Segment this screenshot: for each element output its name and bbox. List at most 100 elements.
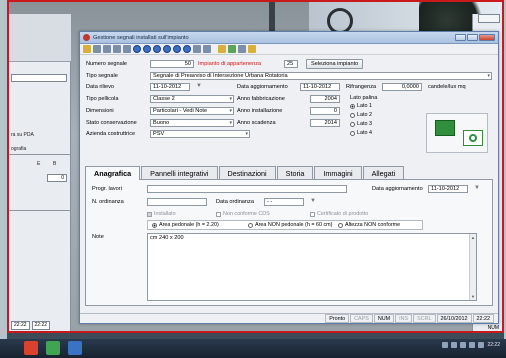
azienda-label: Azienda costruttrice (86, 131, 136, 137)
prog-lavori-label: Progr. lavori (92, 186, 122, 192)
status-ins: INS (395, 314, 413, 323)
seleziona-impianto-button[interactable]: Seleziona impianto (306, 59, 364, 69)
rifrangenza-field[interactable]: 0,0000 (382, 83, 422, 91)
calendar-dropdown-icon-3[interactable]: ▼ (310, 198, 316, 204)
filter-icon[interactable] (203, 45, 211, 53)
note-text: cm 240 x 200 (150, 235, 184, 241)
tab-anagrafica[interactable]: Anagrafica (85, 166, 141, 181)
background-time-2[interactable]: 22:22 (31, 321, 51, 330)
tab-storia[interactable]: Storia (276, 166, 314, 179)
lato-palina-label: Lato palina (350, 95, 378, 101)
anno-installazione-label: Anno installazione (237, 108, 283, 114)
edit-icon[interactable] (93, 45, 101, 53)
background-label-ografia: ografia (11, 146, 27, 152)
data-rilievo-label: Data rilievo (86, 84, 114, 90)
tipo-segnale-dropdown[interactable]: Segnale di Preavviso di Intersezione Urb… (150, 72, 492, 80)
column-e: E (37, 161, 41, 167)
nav-search-icon[interactable] (183, 45, 191, 53)
tab-destinazioni[interactable]: Destinazioni (218, 166, 276, 179)
roundabout-icon (469, 134, 477, 142)
data-rilievo-field[interactable]: 11-10-2012 (150, 83, 190, 91)
taskbar-app-icon-2[interactable] (46, 341, 60, 355)
data-ordinanza-field[interactable]: - - (264, 198, 304, 206)
taskbar-app-icon-1[interactable] (24, 341, 38, 355)
lato-1-radio[interactable]: Lato 1 (350, 103, 372, 109)
tab-pannelli-integrativi[interactable]: Pannelli integrativi (141, 166, 218, 179)
note-scrollbar[interactable]: ▲ ▼ (469, 234, 476, 300)
note-textarea[interactable]: cm 240 x 200 ▲ ▼ (147, 233, 477, 301)
window-titlebar[interactable]: Gestione segnali installati sull'impiant… (80, 32, 498, 44)
stato-conservazione-dropdown[interactable]: Buono (150, 119, 234, 127)
save-icon[interactable] (103, 45, 111, 53)
background-time-fields: 22:22 22:22 (11, 321, 51, 330)
lato-4-radio[interactable]: Lato 4 (350, 130, 372, 136)
anno-fabbricazione-field[interactable]: 2004 (310, 95, 340, 103)
azienda-dropdown[interactable]: PSV (150, 130, 250, 138)
nav-last-icon[interactable] (163, 45, 171, 53)
installato-checkbox[interactable]: Installato (147, 211, 176, 217)
lato-3-radio[interactable]: Lato 3 (350, 121, 372, 127)
print-icon[interactable] (123, 45, 131, 53)
scroll-down-icon[interactable]: ▼ (471, 294, 475, 299)
lato-2-radio[interactable]: Lato 2 (350, 112, 372, 118)
nav-refresh-icon[interactable] (173, 45, 181, 53)
nav-prev-icon[interactable] (143, 45, 151, 53)
close-button[interactable] (479, 34, 495, 41)
calendar-dropdown-icon-2[interactable]: ▼ (474, 185, 480, 191)
anno-scadenza-field[interactable]: 2014 (310, 119, 340, 127)
tipo-pellicola-label: Tipo pellicola (86, 96, 119, 102)
prog-lavori-field[interactable] (147, 185, 347, 193)
calendar-dropdown-icon[interactable]: ▼ (196, 83, 202, 89)
grid-icon[interactable] (193, 45, 201, 53)
tipo-pellicola-dropdown[interactable]: Classe 2 (150, 95, 234, 103)
area-pedonale-radio[interactable]: Area pedonale (h = 2.20) (152, 222, 219, 228)
nav-first-icon[interactable] (133, 45, 141, 53)
street-lamp (269, 2, 275, 32)
background-time-1[interactable]: 22:22 (11, 321, 30, 330)
taskbar-clock[interactable]: 22:22 (487, 342, 500, 348)
background-value-field[interactable]: 0 (47, 174, 67, 182)
maximize-button[interactable] (467, 34, 478, 41)
n-ordinanza-label: N. ordinanza (92, 199, 124, 205)
anagrafica-data-aggiornamento-label: Data aggiornamento (372, 186, 423, 192)
scroll-up-icon[interactable]: ▲ (471, 235, 475, 240)
numero-segnale-field[interactable]: 50 (150, 60, 194, 68)
data-aggiornamento-field[interactable]: 11-10-2012 (300, 83, 340, 91)
impianto-field[interactable]: 25 (284, 60, 298, 68)
new-icon[interactable] (83, 45, 91, 53)
green-sign-icon (435, 120, 455, 136)
tray-icon-4[interactable] (469, 342, 476, 348)
background-button-right[interactable] (478, 14, 500, 23)
delete-icon[interactable] (113, 45, 121, 53)
non-conforme-checkbox[interactable]: Non conforme CDS (216, 211, 270, 217)
key-icon[interactable] (218, 45, 226, 53)
altezza-non-conforme-radio[interactable]: Altezza NON conforme (338, 222, 400, 228)
taskbar-app-icon-3[interactable] (68, 341, 82, 355)
tray-icon-2[interactable] (451, 342, 458, 348)
anno-installazione-field[interactable]: 0 (310, 107, 340, 115)
dimensioni-dropdown[interactable]: Particolari - Vedi Note (150, 107, 234, 115)
status-scrl: SCRL (413, 314, 436, 323)
status-ready: Pronto (325, 314, 350, 323)
status-time: 22:22 (472, 314, 494, 323)
anagrafica-data-aggiornamento-field[interactable]: 11-10-2012 (428, 185, 468, 193)
impianto-label: Impianto di appartenenza (198, 61, 262, 67)
tab-immagini[interactable]: Immagini (314, 166, 362, 179)
volume-icon[interactable] (478, 342, 485, 348)
nav-next-icon[interactable] (153, 45, 161, 53)
tray-icon-1[interactable] (442, 342, 449, 348)
area-non-pedonale-radio[interactable]: Area NON pedonale (h = 60 cm) (248, 222, 332, 228)
tray-icon-3[interactable] (460, 342, 467, 348)
export-icon[interactable] (238, 45, 246, 53)
map-icon[interactable] (228, 45, 236, 53)
background-dropdown[interactable] (11, 74, 67, 82)
signal-preview-image[interactable] (426, 113, 488, 153)
background-app-left: ra su PDA ografia E B 0 22:22 22:22 (9, 14, 71, 331)
n-ordinanza-field[interactable] (147, 198, 207, 206)
folder-icon[interactable] (248, 45, 256, 53)
certificato-checkbox[interactable]: Certificato di prodotto (310, 211, 368, 217)
tipo-segnale-label: Tipo segnale (86, 73, 118, 79)
status-num: NUM (373, 314, 395, 323)
minimize-button[interactable] (455, 34, 466, 41)
tab-allegati[interactable]: Allegati (362, 166, 405, 179)
